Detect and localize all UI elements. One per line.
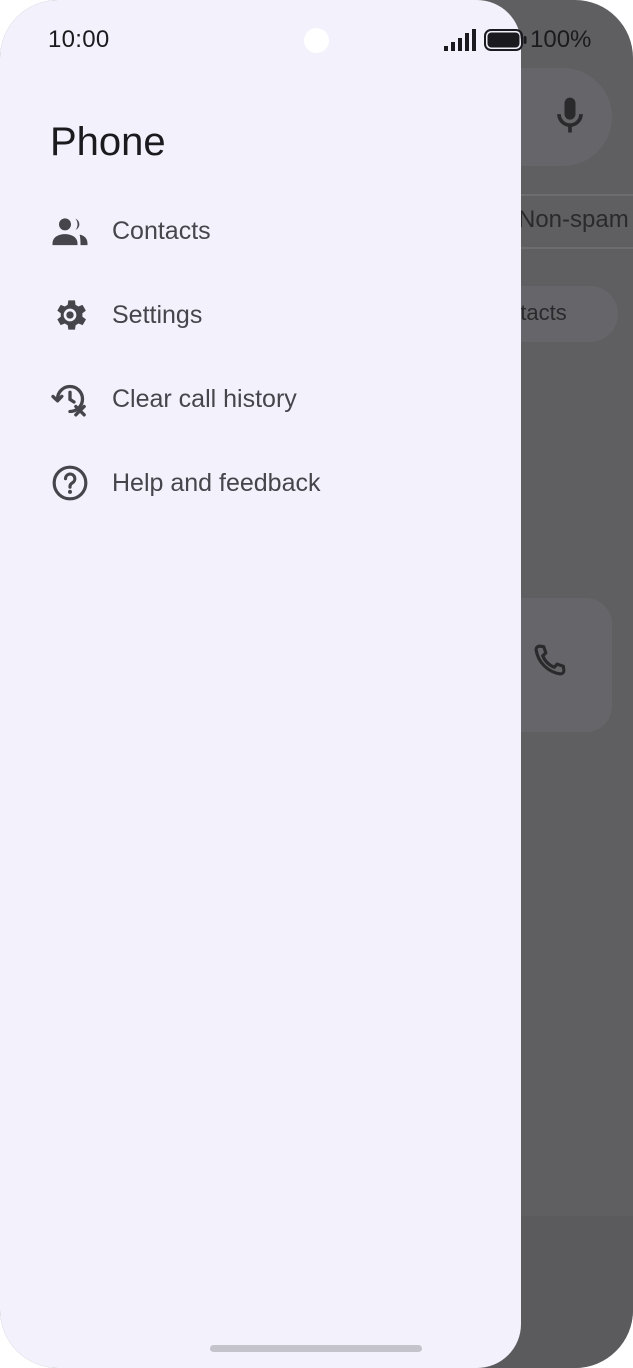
drawer-item-label: Settings	[112, 300, 203, 329]
navigation-drawer: 10:00 100% Phone Contacts Settings Clear…	[0, 0, 591, 1368]
background-filter-chip: Non-spam	[518, 206, 629, 233]
drawer-title: Phone	[50, 120, 166, 164]
status-time: 10:00	[48, 26, 110, 53]
drawer-item-label: Clear call history	[112, 384, 297, 413]
drawer-item-label: Contacts	[112, 216, 211, 245]
phone-screen: Non-spam ntacts 10:00 100% Phone Contact…	[0, 0, 633, 1368]
signal-icon	[444, 29, 476, 51]
drawer-item-settings[interactable]: Settings	[28, 280, 488, 350]
camera-cutout	[304, 28, 329, 53]
phone-icon	[534, 644, 566, 676]
help-icon	[48, 461, 92, 505]
gesture-nav-handle[interactable]	[210, 1345, 422, 1352]
drawer-item-contacts[interactable]: Contacts	[28, 196, 488, 266]
drawer-item-help-and-feedback[interactable]: Help and feedback	[28, 448, 488, 518]
drawer-item-clear-call-history[interactable]: Clear call history	[28, 364, 488, 434]
contacts-icon	[48, 209, 92, 253]
drawer-item-label: Help and feedback	[112, 468, 321, 497]
battery-percentage: 100%	[530, 26, 592, 53]
gear-icon	[48, 293, 92, 337]
clear-history-icon	[48, 377, 92, 421]
battery-icon	[484, 29, 527, 51]
mic-icon	[557, 97, 583, 133]
